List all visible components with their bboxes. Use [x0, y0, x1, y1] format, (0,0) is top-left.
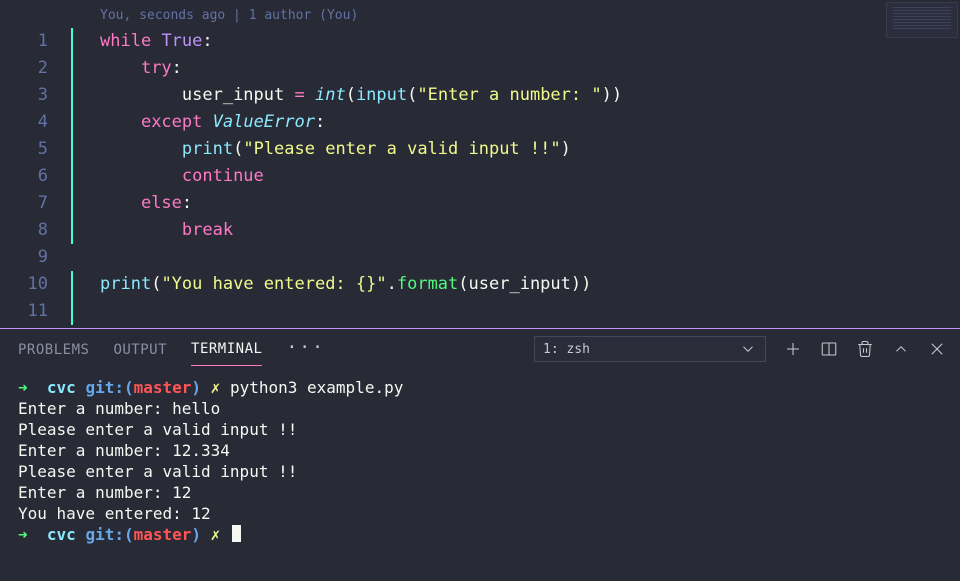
tab-overflow[interactable]: ···: [286, 337, 325, 360]
tab-output[interactable]: OUTPUT: [113, 332, 167, 366]
code-line[interactable]: try:: [62, 55, 960, 82]
terminal-body[interactable]: ➜ cvc git:(master) ✗ python3 example.py …: [0, 369, 960, 553]
split-icon[interactable]: [820, 340, 838, 358]
code-line[interactable]: [62, 298, 960, 325]
line-number: 7: [0, 190, 62, 217]
panel-actions: 1: zsh: [534, 329, 946, 369]
panel-tabs: PROBLEMS OUTPUT TERMINAL ··· 1: zsh: [0, 329, 960, 369]
code-line[interactable]: user_input = int(input("Enter a number: …: [62, 82, 960, 109]
line-number: 10: [0, 271, 62, 298]
tab-terminal[interactable]: TERMINAL: [191, 331, 262, 366]
code-line[interactable]: print("Please enter a valid input !!"): [62, 136, 960, 163]
terminal-line: Enter a number: 12.334: [18, 440, 942, 461]
terminal-line: Please enter a valid input !!: [18, 461, 942, 482]
line-number: 4: [0, 109, 62, 136]
code-area[interactable]: You, seconds ago | 1 author (You) while …: [62, 0, 960, 328]
terminal-line: Enter a number: hello: [18, 398, 942, 419]
code-line[interactable]: [62, 244, 960, 271]
editor-pane: 1 2 3 4 5 6 7 8 9 10 11 You, seconds ago…: [0, 0, 960, 328]
code-line[interactable]: print("You have entered: {}".format(user…: [62, 271, 960, 298]
code-line[interactable]: while True:: [62, 28, 960, 55]
line-number: 6: [0, 163, 62, 190]
code-lines: while True: try: user_input = int(input(…: [62, 28, 960, 325]
line-number: 9: [0, 244, 62, 271]
plus-icon[interactable]: [784, 340, 802, 358]
bottom-panel: PROBLEMS OUTPUT TERMINAL ··· 1: zsh: [0, 329, 960, 581]
line-number: 5: [0, 136, 62, 163]
line-number: 3: [0, 82, 62, 109]
trash-icon[interactable]: [856, 340, 874, 358]
code-line[interactable]: continue: [62, 163, 960, 190]
code-line[interactable]: except ValueError:: [62, 109, 960, 136]
line-number-gutter: 1 2 3 4 5 6 7 8 9 10 11: [0, 0, 62, 328]
chevron-up-icon[interactable]: [892, 340, 910, 358]
terminal-cursor: [232, 525, 241, 542]
tab-problems[interactable]: PROBLEMS: [18, 332, 89, 366]
terminal-line: ➜ cvc git:(master) ✗ python3 example.py: [18, 377, 942, 398]
terminal-line: You have entered: 12: [18, 503, 942, 524]
line-number: 8: [0, 217, 62, 244]
close-icon[interactable]: [928, 340, 946, 358]
git-blame-annotation: You, seconds ago | 1 author (You): [62, 6, 960, 28]
terminal-selector[interactable]: 1: zsh: [534, 336, 766, 362]
line-number: 1: [0, 28, 62, 55]
terminal-line: ➜ cvc git:(master) ✗: [18, 524, 942, 545]
code-line[interactable]: else:: [62, 190, 960, 217]
terminal-selector-label: 1: zsh: [543, 342, 590, 357]
line-number: 2: [0, 55, 62, 82]
code-line[interactable]: break: [62, 217, 960, 244]
terminal-line: Enter a number: 12: [18, 482, 942, 503]
terminal-line: Please enter a valid input !!: [18, 419, 942, 440]
chevron-down-icon: [739, 340, 757, 358]
minimap[interactable]: [886, 2, 958, 38]
line-number: 11: [0, 298, 62, 325]
